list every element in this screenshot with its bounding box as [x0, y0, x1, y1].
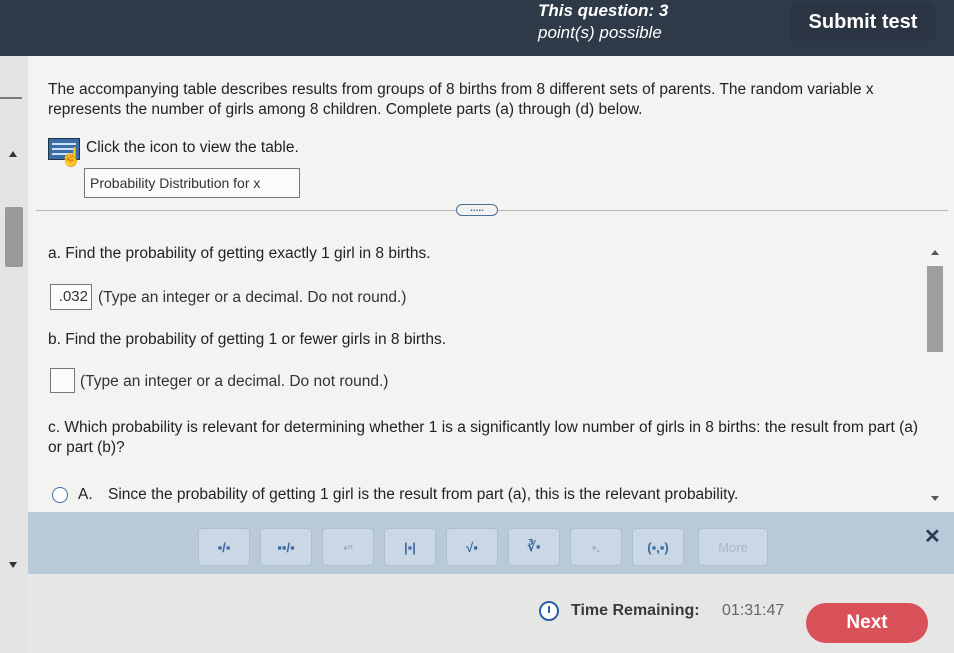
problem-intro: The accompanying table describes results… — [48, 81, 874, 118]
part-c-question: c. Which probability is relevant for det… — [48, 419, 919, 456]
clock-icon — [539, 601, 559, 621]
submit-test-button[interactable]: Submit test — [790, 3, 936, 41]
left-scroll-thumb[interactable] — [5, 207, 23, 267]
close-toolbar-icon[interactable]: ✕ — [924, 524, 941, 549]
square-root-button[interactable]: √▪ — [446, 528, 498, 566]
scroll-up-arrow-icon[interactable] — [9, 151, 17, 157]
fraction-button[interactable]: ▪/▪ — [198, 528, 250, 566]
subscript-button[interactable]: ▪. — [570, 528, 622, 566]
question-info: This question: 3 point(s) possible — [538, 0, 668, 44]
absolute-value-button[interactable]: |▪| — [384, 528, 436, 566]
ordered-pair-button[interactable]: (▪,▪) — [632, 528, 684, 566]
right-scroll-down-icon[interactable] — [931, 496, 939, 501]
next-button[interactable]: Next — [806, 603, 928, 643]
exponent-button[interactable]: ▪ⁿ — [322, 528, 374, 566]
time-remaining-value: 01:31:47 — [722, 602, 785, 619]
part-a-question: a. Find the probability of getting exact… — [48, 245, 431, 262]
part-a-hint: (Type an integer or a decimal. Do not ro… — [98, 289, 407, 306]
part-a-answer-input[interactable]: .032 — [50, 284, 92, 310]
more-content-indicator[interactable]: ..... — [456, 204, 498, 216]
question-number: This question: 3 — [538, 1, 669, 20]
option-a-text[interactable]: Since the probability of getting 1 girl … — [108, 486, 738, 504]
part-b-hint: (Type an integer or a decimal. Do not ro… — [80, 373, 389, 390]
right-scroll-up-icon[interactable] — [931, 250, 939, 255]
part-b-question: b. Find the probability of getting 1 or … — [48, 331, 447, 348]
nth-root-button[interactable]: ∛▪ — [508, 528, 560, 566]
right-scroll-thumb[interactable] — [927, 266, 943, 352]
mixed-number-button[interactable]: ▪▪/▪ — [260, 528, 312, 566]
part-b-answer-input[interactable] — [50, 368, 75, 393]
option-a-letter: A. — [78, 486, 93, 503]
click-icon-instruction: Click the icon to view the table. — [86, 139, 299, 156]
more-button[interactable]: More — [698, 528, 768, 566]
hand-pointer-icon: ☝ — [60, 147, 83, 167]
option-a-radio[interactable] — [52, 487, 68, 503]
right-scrollbar[interactable] — [922, 240, 948, 510]
scroll-down-arrow-icon[interactable] — [9, 562, 17, 568]
probability-distribution-button[interactable]: Probability Distribution for x — [84, 168, 300, 198]
time-remaining-label: Time Remaining: — [571, 602, 700, 619]
points-possible: point(s) possible — [538, 23, 662, 42]
gutter-divider — [0, 97, 22, 99]
